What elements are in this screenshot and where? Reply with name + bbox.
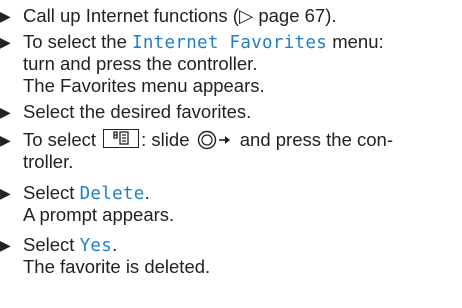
menu-list-icon — [103, 129, 140, 148]
step-3-text: Select the desired favorites. — [23, 101, 252, 122]
menu-item-delete: Delete — [79, 184, 145, 204]
step-2-text-end: menu: — [327, 31, 384, 52]
bullet-icon: ▶ — [0, 104, 11, 120]
bullet-icon: ▶ — [0, 8, 11, 24]
bullet-icon: ▶ — [0, 237, 11, 253]
step-1-text-end: ). — [325, 5, 337, 26]
step-2-text: To select the — [23, 31, 133, 52]
step-4-text: To select — [23, 129, 102, 150]
step-4-text-end: and press the con- — [234, 129, 393, 150]
step-2-line-2: turn and press the controller. — [23, 53, 258, 74]
menu-name-internet-favorites: Internet Favorites — [132, 33, 328, 53]
step-4-text-mid: : slide — [141, 129, 195, 150]
step-5-result: A prompt appears. — [23, 204, 175, 225]
step-5-text-end: . — [144, 182, 150, 203]
bullet-icon: ▶ — [0, 185, 11, 201]
page-reference: page 67 — [258, 5, 326, 26]
step-6-text: Select — [23, 234, 80, 255]
bullet-icon: ▶ — [0, 132, 11, 148]
step-5-text: Select — [23, 182, 80, 203]
step-6-text-end: . — [112, 234, 118, 255]
bullet-icon: ▶ — [0, 34, 11, 50]
instruction-list: ▶ Call up Internet functions (▷ page 67)… — [0, 0, 462, 308]
step-1-text: Call up Internet functions ( — [23, 5, 239, 26]
step-2-result: The Favorites menu appears. — [23, 75, 265, 96]
menu-item-yes: Yes — [79, 236, 113, 256]
controller-slide-right-icon — [197, 130, 233, 155]
page-ref-icon: ▷ — [238, 5, 254, 26]
step-6-result: The favorite is deleted. — [23, 256, 211, 277]
